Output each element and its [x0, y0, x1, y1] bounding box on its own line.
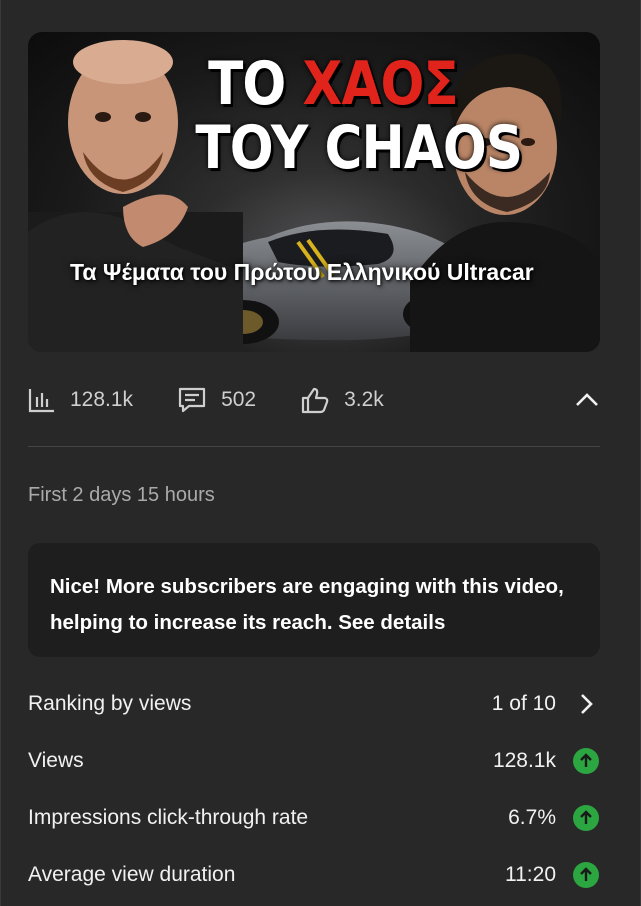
bar-chart-icon [28, 389, 54, 413]
thumbs-up-icon [302, 387, 329, 414]
comments-stat: 502 [177, 386, 256, 414]
up-arrow-icon [573, 862, 599, 888]
video-title[interactable]: Τα Ψέματα του Πρώτου Ελληνικού Ultracar [70, 252, 540, 292]
metric-value: 1 of 10 [491, 692, 556, 715]
headline-line-2: TOY CHAOS [195, 113, 523, 183]
chevron-up-icon[interactable] [574, 388, 600, 412]
metric-label: Average view duration [28, 863, 236, 886]
metric-value: 11:20 [505, 863, 556, 886]
likes-count: 3.2k [344, 388, 384, 411]
chevron-right-icon[interactable] [576, 692, 596, 716]
metric-row-views: Views 128.1k [28, 743, 600, 779]
divider [28, 446, 600, 447]
headline-word-white: TO [208, 49, 286, 119]
comments-count: 502 [221, 388, 257, 411]
up-arrow-icon [573, 748, 599, 774]
up-arrow-icon [573, 805, 599, 831]
metric-label: Ranking by views [28, 692, 192, 715]
metric-value: 128.1k [492, 749, 556, 772]
thumbnail-headline: TO ΧΑΟΣ TOY CHAOS [173, 49, 523, 183]
views-stat: 128.1k [28, 387, 133, 413]
metric-label: Impressions click-through rate [28, 806, 309, 829]
likes-stat: 3.2k [300, 386, 384, 414]
metric-label: Views [28, 749, 84, 772]
video-analytics-card: TO ΧΑΟΣ TOY CHAOS Τα Ψέματα του Πρώτου Ε… [0, 0, 641, 906]
headline-word-red: ΧΑΟΣ [302, 49, 459, 119]
time-period-label: First 2 days 15 hours [28, 484, 215, 506]
comment-icon [178, 387, 206, 413]
views-count: 128.1k [70, 388, 134, 411]
video-thumbnail[interactable]: TO ΧΑΟΣ TOY CHAOS Τα Ψέματα του Πρώτου Ε… [28, 32, 600, 352]
metric-row-avg-duration: Average view duration 11:20 [28, 857, 600, 893]
insight-notice[interactable]: Nice! More subscribers are engaging with… [28, 543, 600, 657]
metric-value: 6.7% [508, 806, 556, 829]
metric-row-ranking[interactable]: Ranking by views 1 of 10 [28, 686, 600, 722]
video-stats-row: 128.1k 502 3.2k [28, 380, 600, 420]
metric-row-ctr: Impressions click-through rate 6.7% [28, 800, 600, 836]
